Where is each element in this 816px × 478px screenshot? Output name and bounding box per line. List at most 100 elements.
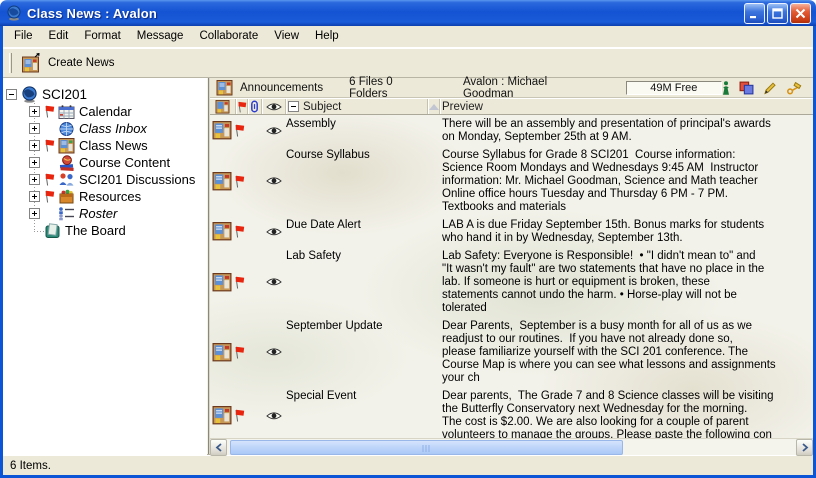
- create-news-button[interactable]: Create News: [14, 51, 121, 75]
- scroll-right-button[interactable]: [796, 439, 813, 456]
- collapse-expander-icon[interactable]: [6, 89, 17, 100]
- message-row-special-event[interactable]: Special Event Dear parents, The Grade 7 …: [210, 387, 813, 438]
- tree-item-sci201-discussions[interactable]: SCI201 Discussions: [3, 171, 207, 188]
- tree-item-class-news[interactable]: Class News: [3, 137, 207, 154]
- tree-item-label: SCI201 Discussions: [79, 172, 195, 187]
- permissions-key-pencil-icon[interactable]: [786, 81, 803, 95]
- menu-collaborate[interactable]: Collaborate: [191, 27, 266, 46]
- flag-icon: [44, 190, 55, 203]
- announcements-icon: [216, 80, 233, 96]
- flag-icon: [44, 173, 55, 186]
- message-row-due-date-alert[interactable]: Due Date Alert LAB A is due Friday Septe…: [210, 216, 813, 247]
- tree-item-calendar[interactable]: Calendar: [3, 103, 207, 120]
- subject-column-label: Subject: [303, 101, 341, 113]
- create-news-label: Create News: [48, 57, 114, 69]
- preview-column-label: Preview: [442, 101, 483, 113]
- discussions-icon: [58, 171, 75, 188]
- message-preview: Course Syllabus for Grade 8 SCI201 Cours…: [440, 146, 813, 216]
- expand-expander-icon[interactable]: [29, 106, 40, 117]
- expand-expander-icon[interactable]: [29, 174, 40, 185]
- column-flag-icon[interactable]: [236, 99, 248, 114]
- message-icon-cell: [210, 387, 248, 438]
- read-status-cell: [262, 115, 286, 146]
- column-subject[interactable]: Subject: [286, 99, 428, 114]
- read-status-cell: [262, 216, 286, 247]
- menu-view[interactable]: View: [266, 27, 307, 46]
- maximize-button[interactable]: [767, 3, 788, 24]
- message-row-september-update[interactable]: September Update Dear Parents, September…: [210, 317, 813, 387]
- column-attachment-paperclip-icon[interactable]: [248, 99, 262, 114]
- toolbar: Create News: [3, 47, 813, 78]
- read-status-cell: [262, 247, 286, 317]
- roster-icon: [58, 205, 75, 222]
- message-row-course-syllabus[interactable]: Course Syllabus Course Syllabus for Grad…: [210, 146, 813, 216]
- conference-tree-panel: SCI201 Calendar: [3, 78, 207, 455]
- message-subject: Due Date Alert: [286, 216, 428, 247]
- message-row-lab-safety[interactable]: Lab Safety Lab Safety: Everyone is Respo…: [210, 247, 813, 317]
- message-preview: Dear Parents, September is a busy month …: [440, 317, 813, 387]
- menu-file[interactable]: File: [6, 27, 41, 46]
- expand-expander-icon[interactable]: [29, 208, 40, 219]
- message-subject: Assembly: [286, 115, 428, 146]
- layers-icon[interactable]: [739, 81, 754, 95]
- list-column-header: Subject Preview: [210, 98, 813, 115]
- message-icon-cell: [210, 146, 248, 216]
- expand-expander-icon[interactable]: [29, 191, 40, 202]
- item-count-label: 6 Items.: [10, 460, 51, 472]
- conference-info-bar: Announcements 6 Files 0 Folders Avalon :…: [210, 78, 813, 98]
- column-item-icon[interactable]: [210, 99, 236, 114]
- free-space-indicator: 49M Free: [626, 81, 722, 95]
- collapse-all-icon[interactable]: [288, 101, 299, 112]
- message-preview: Lab Safety: Everyone is Responsible! • "…: [440, 247, 813, 317]
- message-row-assembly[interactable]: Assembly There will be an assembly and p…: [210, 115, 813, 146]
- flag-icon: [234, 225, 245, 238]
- tree-item-course-content[interactable]: Course Content: [3, 154, 207, 171]
- expand-expander-icon[interactable]: [29, 157, 40, 168]
- edit-pencil-icon[interactable]: [763, 81, 777, 95]
- tree-item-class-inbox[interactable]: Class Inbox: [3, 120, 207, 137]
- tree-item-label: SCI201: [42, 87, 87, 102]
- message-subject: Course Syllabus: [286, 146, 428, 216]
- minimize-button[interactable]: [744, 3, 765, 24]
- flag-icon: [234, 175, 245, 188]
- menu-edit[interactable]: Edit: [41, 27, 77, 46]
- menu-format[interactable]: Format: [76, 27, 128, 46]
- tree-item-roster[interactable]: Roster: [3, 205, 207, 222]
- tree-item-sci201[interactable]: SCI201: [3, 86, 207, 103]
- column-read-eye-icon[interactable]: [262, 99, 286, 114]
- window-controls: [744, 3, 811, 24]
- scrollbar-thumb[interactable]: [230, 440, 623, 455]
- file-counts-label: 6 Files 0 Folders: [349, 76, 431, 100]
- globe-icon: [21, 86, 38, 103]
- infobar-status-icons: [722, 81, 807, 95]
- eye-icon: [266, 126, 282, 136]
- application-window: Class News : Avalon File Edit Format Mes…: [0, 0, 816, 478]
- tree-item-resources[interactable]: Resources: [3, 188, 207, 205]
- flag-icon: [234, 124, 245, 137]
- tree-item-the-board[interactable]: The Board: [3, 222, 207, 239]
- inbox-icon: [58, 120, 75, 137]
- message-icon-cell: [210, 247, 248, 317]
- flag-icon: [44, 105, 55, 118]
- horizontal-scrollbar[interactable]: [210, 438, 813, 455]
- close-button[interactable]: [790, 3, 811, 24]
- eye-icon: [266, 227, 282, 237]
- expand-expander-icon[interactable]: [29, 123, 40, 134]
- message-subject: September Update: [286, 317, 428, 387]
- sort-direction-icon[interactable]: [428, 99, 440, 114]
- scroll-left-button[interactable]: [210, 439, 227, 456]
- tree-item-label: Class News: [79, 138, 148, 153]
- window-globe-icon: [5, 5, 22, 22]
- toolbar-gripper[interactable]: [9, 53, 12, 73]
- tree-item-label: The Board: [65, 223, 126, 238]
- resources-icon: [58, 188, 75, 205]
- online-user-icon[interactable]: [722, 81, 730, 95]
- menu-message[interactable]: Message: [129, 27, 192, 46]
- title-bar[interactable]: Class News : Avalon: [0, 0, 816, 26]
- message-preview: LAB A is due Friday September 15th. Bonu…: [440, 216, 813, 247]
- column-preview[interactable]: Preview: [440, 99, 813, 114]
- expand-expander-icon[interactable]: [29, 140, 40, 151]
- window-title: Class News : Avalon: [27, 6, 157, 21]
- menu-help[interactable]: Help: [307, 27, 347, 46]
- news-item-icon: [212, 222, 232, 241]
